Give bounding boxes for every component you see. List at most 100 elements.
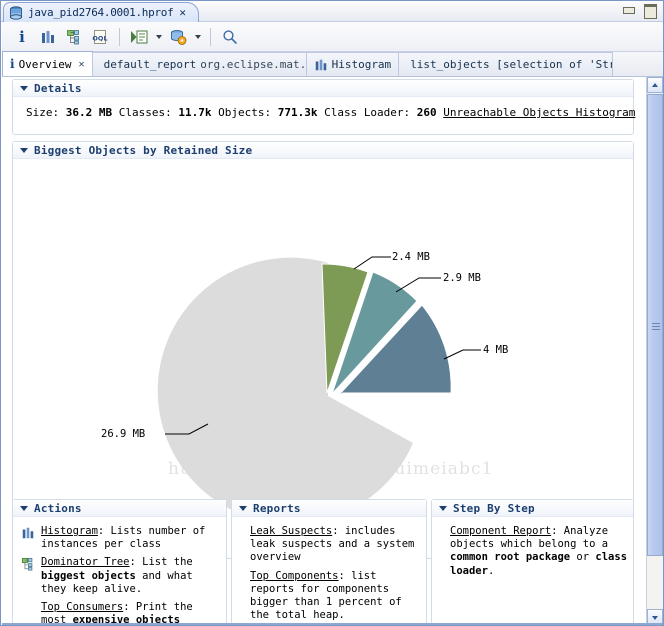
biggest-objects-twisty-icon[interactable] (20, 148, 28, 153)
details-summary-row: Size: 36.2 MB Classes: 11.7k Objects: 77… (13, 97, 633, 119)
query-browser-db (169, 29, 187, 45)
window-frame: java_pid2764.0001.hprof ✕ i (0, 0, 664, 626)
tab-default-report[interactable]: default_report org.eclipse.mat... (92, 52, 307, 76)
scroll-up-button[interactable] (647, 77, 663, 93)
histogram-icon[interactable] (36, 25, 60, 49)
step-by-step-list: Component Report: Analyze objects which … (432, 517, 633, 587)
info-icon: i (10, 57, 15, 71)
tab-list-objects[interactable]: list_objects [selection of 'Str... (398, 52, 613, 76)
histogram-bars (21, 526, 35, 540)
details-twisty-icon[interactable] (20, 86, 28, 91)
overview-info-icon[interactable]: i (10, 25, 34, 49)
list-item[interactable]: Component Report: Analyze objects which … (450, 525, 627, 578)
step-item-0-mid: or (570, 551, 595, 563)
details-classes-value: 11.7k (178, 106, 211, 119)
tab-default-report-label: default_report (104, 58, 197, 71)
component-report-link[interactable]: Component Report (450, 525, 551, 537)
list-item[interactable]: Histogram: Lists number of instances per… (21, 525, 220, 551)
step-item-0-bold: common root package (450, 551, 570, 563)
run-expert-dropdown-arrow[interactable] (153, 25, 164, 49)
unreachable-objects-histogram-link[interactable]: Unreachable Objects Histogram (443, 106, 635, 119)
main-toolbar: i (2, 22, 663, 52)
window-bottom-edge (2, 623, 663, 625)
reports-panel-header[interactable]: Reports (232, 500, 426, 517)
step-by-step-twisty-icon[interactable] (439, 506, 447, 511)
title-bar: java_pid2764.0001.hprof ✕ (1, 1, 663, 22)
open-query-browser-icon[interactable] (166, 25, 190, 49)
oql-icon[interactable]: OQL (88, 25, 112, 49)
tab-overview-label: Overview (19, 58, 72, 71)
details-objects-value: 771.3k (278, 106, 318, 119)
pie-label-4: 26.9 MB (101, 428, 145, 440)
reports-item-0-text: Leak Suspects: includes leak suspects an… (250, 525, 420, 565)
magnifier (222, 29, 238, 45)
histogram-icon (314, 58, 328, 72)
run-expert-system-icon[interactable] (127, 25, 151, 49)
actions-item-1-bold: biggest objects (41, 570, 136, 582)
details-title: Details (34, 82, 82, 95)
leader-line-1 (354, 257, 391, 269)
pie-label-3: 4 MB (483, 344, 508, 356)
window-controls (622, 4, 656, 16)
tab-list-objects-label: list_objects [selection of 'Str... (410, 58, 613, 71)
histogram-icon (21, 525, 36, 551)
top-components-link[interactable]: Top Components (250, 570, 339, 582)
minimize-button[interactable] (622, 4, 635, 16)
overview-content: Details Size: 36.2 MB Classes: 11.7k Obj… (2, 77, 647, 625)
biggest-objects-panel: Biggest Objects by Retained Size http://… (12, 141, 634, 559)
list-item[interactable]: Top Components: list reports for compone… (250, 570, 420, 623)
tab-close-icon[interactable]: ✕ (79, 59, 85, 70)
window-title-tab[interactable]: java_pid2764.0001.hprof ✕ (3, 2, 199, 22)
list-item[interactable]: Leak Suspects: includes leak suspects an… (250, 525, 420, 565)
actions-panel-header[interactable]: Actions (13, 500, 226, 517)
list-item[interactable]: Dominator Tree: List the biggest objects… (21, 556, 220, 596)
reports-twisty-icon[interactable] (239, 506, 247, 511)
reports-item-1-text: Top Components: list reports for compone… (250, 570, 420, 623)
close-icon[interactable]: ✕ (179, 7, 186, 18)
heap-dump-icon (9, 6, 23, 21)
reports-title: Reports (253, 502, 301, 515)
histogram-bars (40, 29, 56, 45)
window-title-text: java_pid2764.0001.hprof (28, 6, 173, 19)
reports-list: Leak Suspects: includes leak suspects an… (232, 517, 426, 625)
histogram-link[interactable]: Histogram (41, 525, 98, 537)
dominator-tree-link[interactable]: Dominator Tree (41, 556, 130, 568)
pie-label-2: 2.9 MB (443, 272, 481, 284)
top-consumers-link[interactable]: Top Consumers (41, 601, 123, 613)
reports-panel: Reports Leak Suspects: includes leak sus… (231, 499, 427, 625)
query-browser-dropdown-arrow[interactable] (192, 25, 203, 49)
leak-suspects-link[interactable]: Leak Suspects (250, 525, 332, 537)
tab-overview[interactable]: i Overview ✕ (2, 51, 93, 76)
biggest-objects-header[interactable]: Biggest Objects by Retained Size (13, 142, 633, 159)
actions-twisty-icon[interactable] (20, 506, 28, 511)
scrollbar-grip-icon (652, 321, 660, 329)
actions-item-0-text: Histogram: Lists number of instances per… (41, 525, 220, 551)
details-size-value: 36.2 MB (66, 106, 112, 119)
vertical-scrollbar[interactable] (646, 77, 662, 625)
details-panel-header[interactable]: Details (13, 80, 633, 97)
dominator-tree-icon[interactable] (62, 25, 86, 49)
actions-item-2-text: Top Consumers: Print the most expensive … (41, 601, 220, 625)
list-item[interactable]: Top Consumers: Print the most expensive … (21, 601, 220, 625)
toolbar-separator-2 (210, 28, 211, 46)
step-item-0-text: Component Report: Analyze objects which … (450, 525, 627, 578)
tree-nodes (21, 557, 35, 571)
tab-default-report-sublabel: org.eclipse.mat... (200, 58, 306, 71)
scrollbar-thumb[interactable] (647, 94, 663, 556)
pie-label-1: 2.4 MB (392, 251, 430, 263)
actions-list: Histogram: Lists number of instances per… (13, 517, 226, 625)
maximize-button[interactable] (643, 4, 656, 16)
tree-nodes (66, 29, 82, 45)
step-by-step-panel: Step By Step Component Report: Analyze o… (431, 499, 634, 625)
step-item-0-post: . (488, 565, 494, 577)
scrollbar-track[interactable] (647, 556, 663, 609)
details-panel: Details Size: 36.2 MB Classes: 11.7k Obj… (12, 79, 634, 135)
search-icon[interactable] (218, 25, 242, 49)
details-classloader-label: Class Loader: (324, 106, 410, 119)
toolbar-separator (119, 28, 120, 46)
editor-tab-bar: i Overview ✕ default_report org.eclipse.… (2, 52, 663, 77)
actions-panel: Actions Histogram: Lists number of insta… (12, 499, 227, 625)
tab-histogram[interactable]: Histogram (306, 52, 400, 76)
step-by-step-panel-header[interactable]: Step By Step (432, 500, 633, 517)
dominator-tree-icon (21, 556, 36, 596)
